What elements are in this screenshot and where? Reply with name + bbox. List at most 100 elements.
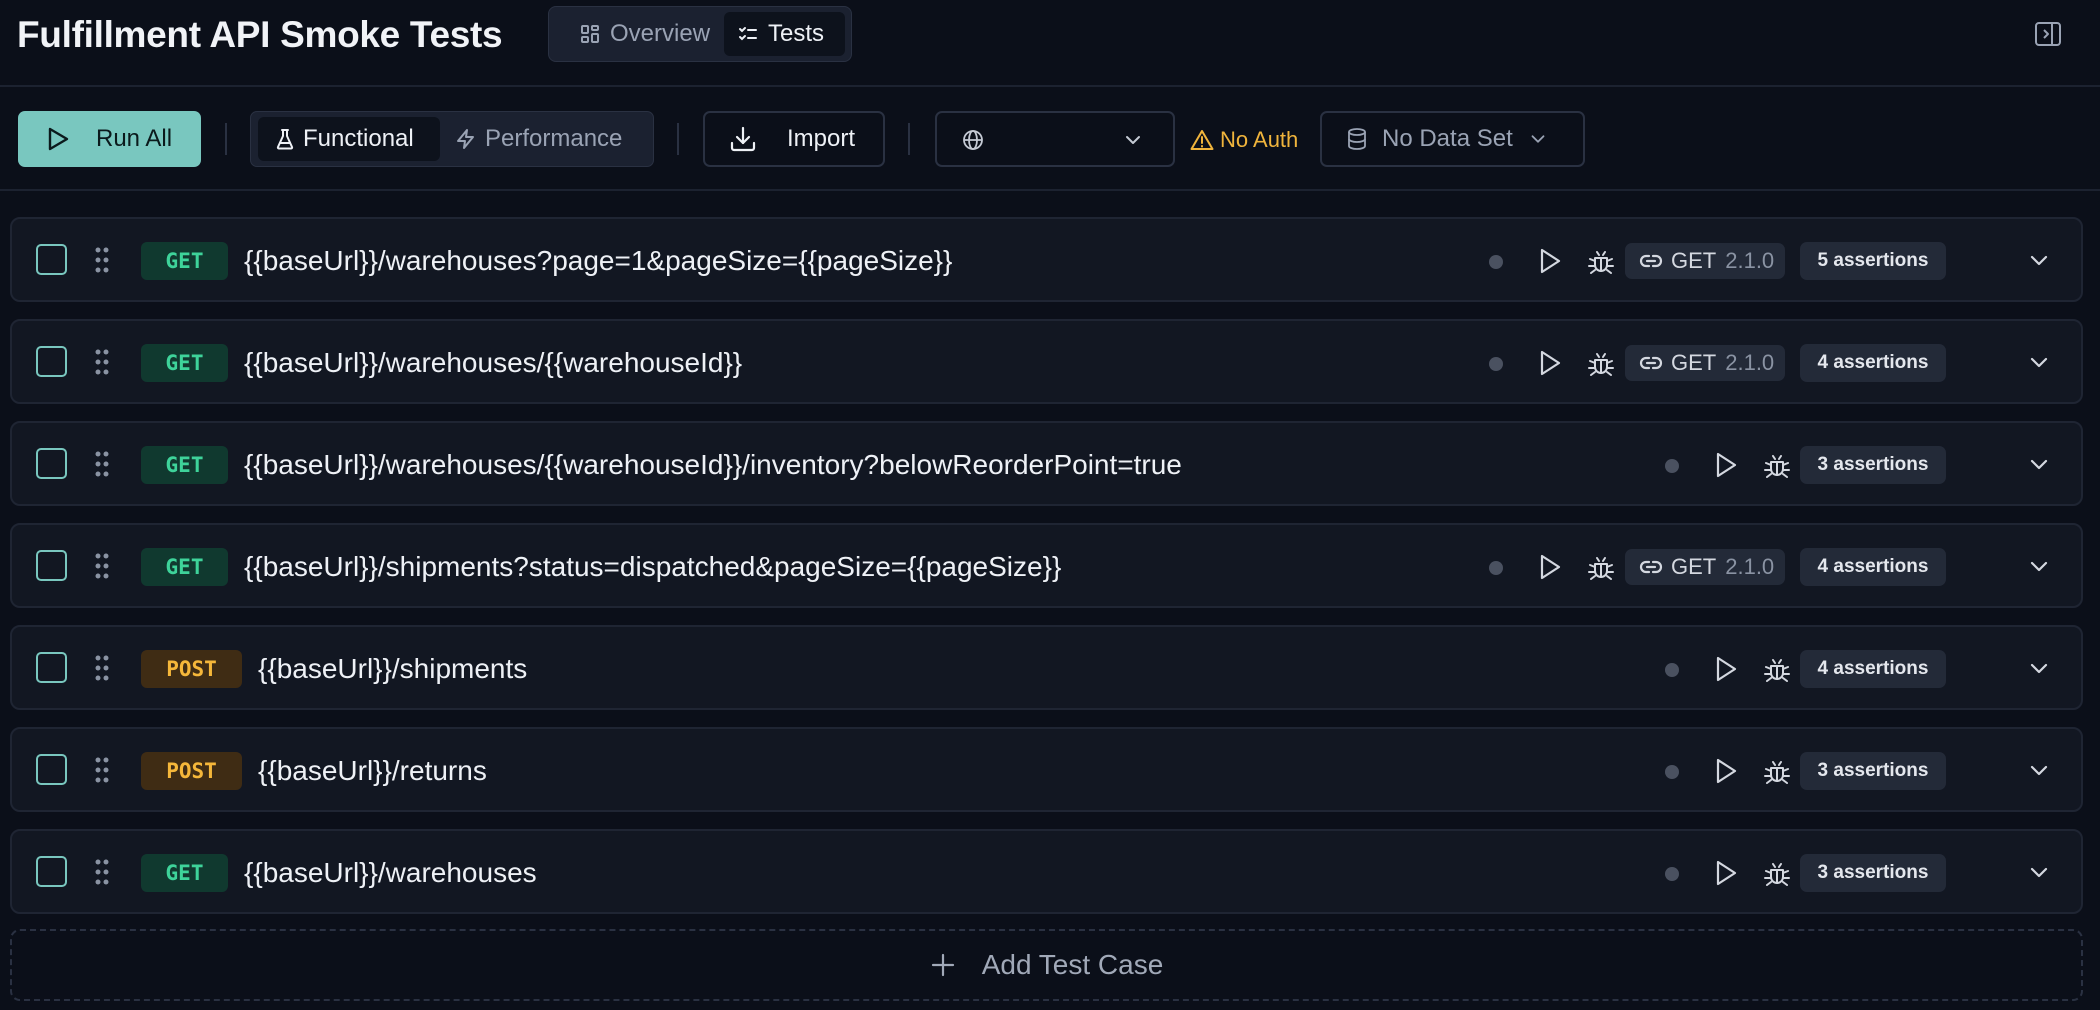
status-indicator (1489, 561, 1503, 575)
test-select-checkbox[interactable] (36, 244, 67, 275)
drag-handle-icon[interactable] (95, 553, 109, 579)
chevron-down-icon (1126, 136, 1140, 144)
drag-handle-icon[interactable] (95, 859, 109, 885)
chevron-down-icon[interactable] (2027, 249, 2051, 273)
test-select-checkbox[interactable] (36, 652, 67, 683)
test-case-row[interactable]: GET {{baseUrl}}/warehouses 3 assertions (10, 829, 2083, 914)
play-icon[interactable] (1712, 450, 1740, 480)
assertions-badge[interactable]: 5 assertions (1800, 242, 1946, 280)
dataset-label: No Data Set (1382, 125, 1513, 152)
assertions-badge[interactable]: 3 assertions (1800, 854, 1946, 892)
bug-icon[interactable] (1586, 552, 1616, 582)
auth-status[interactable]: No Auth (1190, 125, 1298, 155)
tab-performance[interactable]: Performance (443, 117, 648, 161)
test-select-checkbox[interactable] (36, 346, 67, 377)
link-icon (1639, 560, 1663, 574)
tab-overview[interactable]: Overview (558, 12, 726, 56)
linked-version: 2.1.0 (1725, 248, 1775, 273)
play-icon[interactable] (1536, 552, 1564, 582)
method-badge: GET (141, 446, 228, 484)
test-case-row[interactable]: GET {{baseUrl}}/warehouses/{{warehouseId… (10, 421, 2083, 506)
plus-icon (931, 953, 954, 977)
method-badge: POST (141, 752, 242, 790)
chevron-down-icon[interactable] (2027, 555, 2051, 579)
assertions-badge[interactable]: 3 assertions (1800, 446, 1946, 484)
method-badge: GET (141, 548, 228, 586)
status-indicator (1665, 765, 1679, 779)
tab-functional-label: Functional (303, 125, 414, 152)
chevron-down-icon[interactable] (2027, 351, 2051, 375)
view-tabs: Overview Tests (548, 6, 852, 62)
linked-method: GET (1671, 554, 1717, 579)
test-case-row[interactable]: GET {{baseUrl}}/warehouses/{{warehouseId… (10, 319, 2083, 404)
assertions-badge[interactable]: 4 assertions (1800, 344, 1946, 382)
test-select-checkbox[interactable] (36, 754, 67, 785)
play-icon (48, 127, 69, 151)
divider (225, 123, 227, 155)
tab-functional[interactable]: Functional (258, 117, 440, 161)
flask-icon (276, 129, 294, 150)
chevron-down-icon[interactable] (2027, 453, 2051, 477)
run-all-label: Run All (96, 125, 173, 152)
link-icon (1639, 356, 1663, 370)
test-select-checkbox[interactable] (36, 550, 67, 581)
run-all-button[interactable]: Run All (18, 111, 201, 167)
test-case-row[interactable]: POST {{baseUrl}}/returns 3 assertions (10, 727, 2083, 812)
method-badge: GET (141, 242, 228, 280)
linked-endpoint-chip[interactable]: GET 2.1.0 (1625, 243, 1785, 279)
linked-version: 2.1.0 (1725, 554, 1775, 579)
play-icon[interactable] (1712, 858, 1740, 888)
status-indicator (1489, 357, 1503, 371)
panel-toggle-button[interactable] (2032, 18, 2064, 50)
chevron-down-icon[interactable] (2027, 759, 2051, 783)
mode-tabs: Functional Performance (250, 111, 654, 167)
test-select-checkbox[interactable] (36, 856, 67, 887)
bug-icon[interactable] (1586, 348, 1616, 378)
import-button[interactable]: Import (703, 111, 885, 167)
divider (677, 123, 679, 155)
import-label: Import (787, 125, 856, 152)
linked-method: GET (1671, 350, 1717, 375)
drag-handle-icon[interactable] (95, 655, 109, 681)
play-icon[interactable] (1536, 246, 1564, 276)
tab-overview-label: Overview (610, 20, 711, 47)
globe-icon (963, 130, 983, 150)
status-indicator (1489, 255, 1503, 269)
tab-tests-label: Tests (768, 20, 825, 47)
linked-endpoint-chip[interactable]: GET 2.1.0 (1625, 549, 1785, 585)
bug-icon[interactable] (1586, 246, 1616, 276)
play-icon[interactable] (1536, 348, 1564, 378)
bug-icon[interactable] (1762, 756, 1792, 786)
test-select-checkbox[interactable] (36, 448, 67, 479)
assertions-badge[interactable]: 4 assertions (1800, 548, 1946, 586)
linked-endpoint-chip[interactable]: GET 2.1.0 (1625, 345, 1785, 381)
environment-select[interactable] (935, 111, 1175, 167)
bug-icon[interactable] (1762, 654, 1792, 684)
toolbar: Run All Functional Performance Import No… (0, 87, 2100, 191)
play-icon[interactable] (1712, 756, 1740, 786)
tab-tests[interactable]: Tests (724, 12, 845, 56)
test-url: {{baseUrl}}/warehouses/{{warehouseId}} (244, 347, 743, 378)
page-title: Fulfillment API Smoke Tests (17, 14, 503, 55)
play-icon[interactable] (1712, 654, 1740, 684)
chevron-down-icon[interactable] (2027, 861, 2051, 885)
test-case-row[interactable]: POST {{baseUrl}}/shipments 4 assertions (10, 625, 2083, 710)
assertions-badge[interactable]: 4 assertions (1800, 650, 1946, 688)
test-url: {{baseUrl}}/returns (258, 755, 487, 786)
drag-handle-icon[interactable] (95, 247, 109, 273)
page-header: Fulfillment API Smoke Tests Overview Tes… (0, 0, 2100, 87)
drag-handle-icon[interactable] (95, 451, 109, 477)
linked-method: GET (1671, 248, 1717, 273)
dataset-select[interactable]: No Data Set (1320, 111, 1585, 167)
test-case-row[interactable]: GET {{baseUrl}}/warehouses?page=1&pageSi… (10, 217, 2083, 302)
panel-toggle-icon (2035, 22, 2061, 46)
assertions-badge[interactable]: 3 assertions (1800, 752, 1946, 790)
chevron-down-icon (1531, 135, 1545, 143)
add-test-case-button[interactable]: Add Test Case (10, 929, 2083, 1001)
drag-handle-icon[interactable] (95, 757, 109, 783)
chevron-down-icon[interactable] (2027, 657, 2051, 681)
drag-handle-icon[interactable] (95, 349, 109, 375)
bug-icon[interactable] (1762, 450, 1792, 480)
test-case-row[interactable]: GET {{baseUrl}}/shipments?status=dispatc… (10, 523, 2083, 608)
bug-icon[interactable] (1762, 858, 1792, 888)
